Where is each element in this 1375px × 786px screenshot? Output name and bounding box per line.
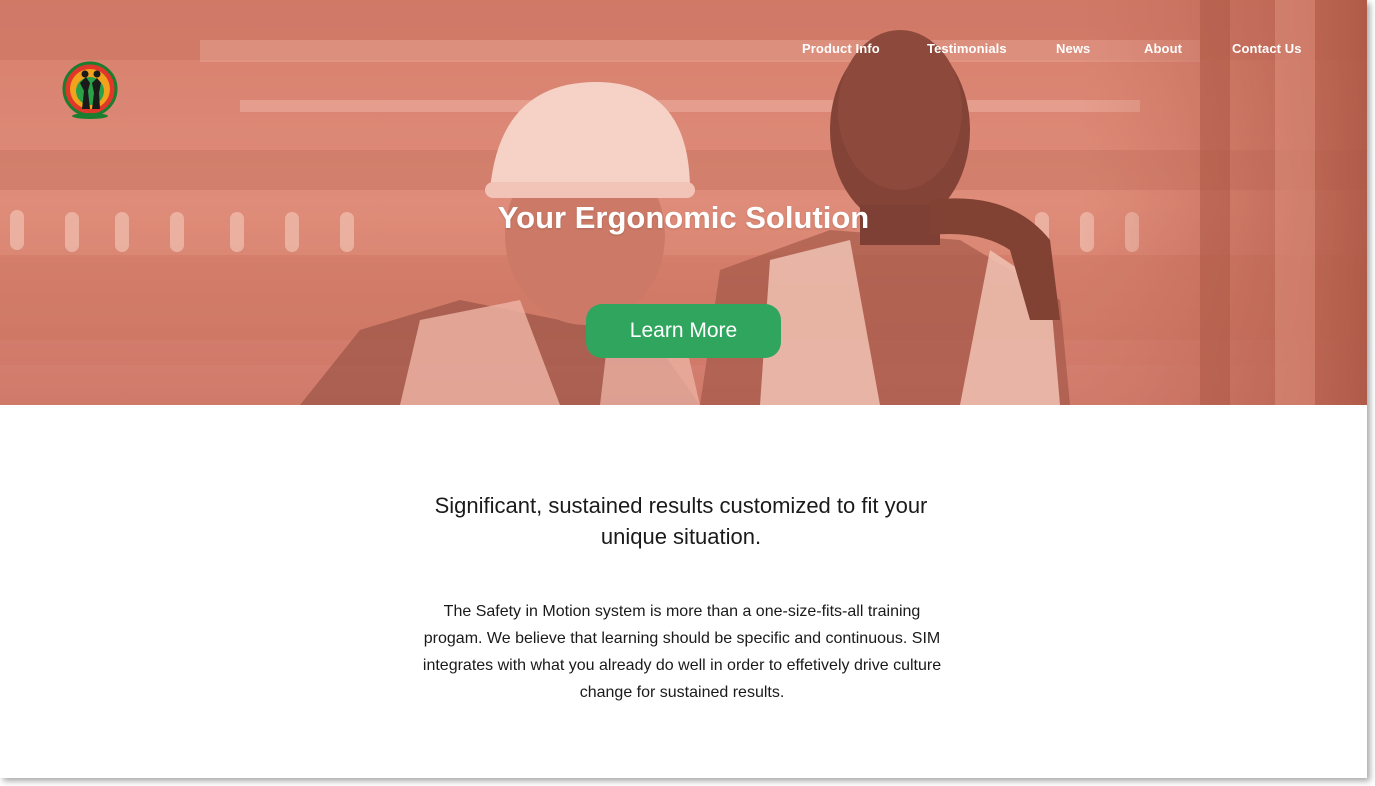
learn-more-button[interactable]: Learn More (586, 304, 781, 358)
hero-section: Product Info Testimonials News About Con… (0, 0, 1367, 405)
nav-link-product-info[interactable]: Product Info (802, 41, 880, 56)
browser-viewport: Product Info Testimonials News About Con… (0, 0, 1367, 778)
nav-link-news[interactable]: News (1056, 41, 1090, 56)
section-headline: Significant, sustained results customize… (434, 493, 928, 549)
safety-in-motion-logo[interactable] (62, 61, 118, 121)
nav-link-about[interactable]: About (1144, 41, 1182, 56)
nav-link-testimonials[interactable]: Testimonials (927, 41, 1007, 56)
section-body-text: The Safety in Motion system is more than… (422, 603, 942, 701)
nav-link-contact-us[interactable]: Contact Us (1232, 41, 1302, 56)
hero-title: Your Ergonomic Solution (497, 200, 870, 235)
